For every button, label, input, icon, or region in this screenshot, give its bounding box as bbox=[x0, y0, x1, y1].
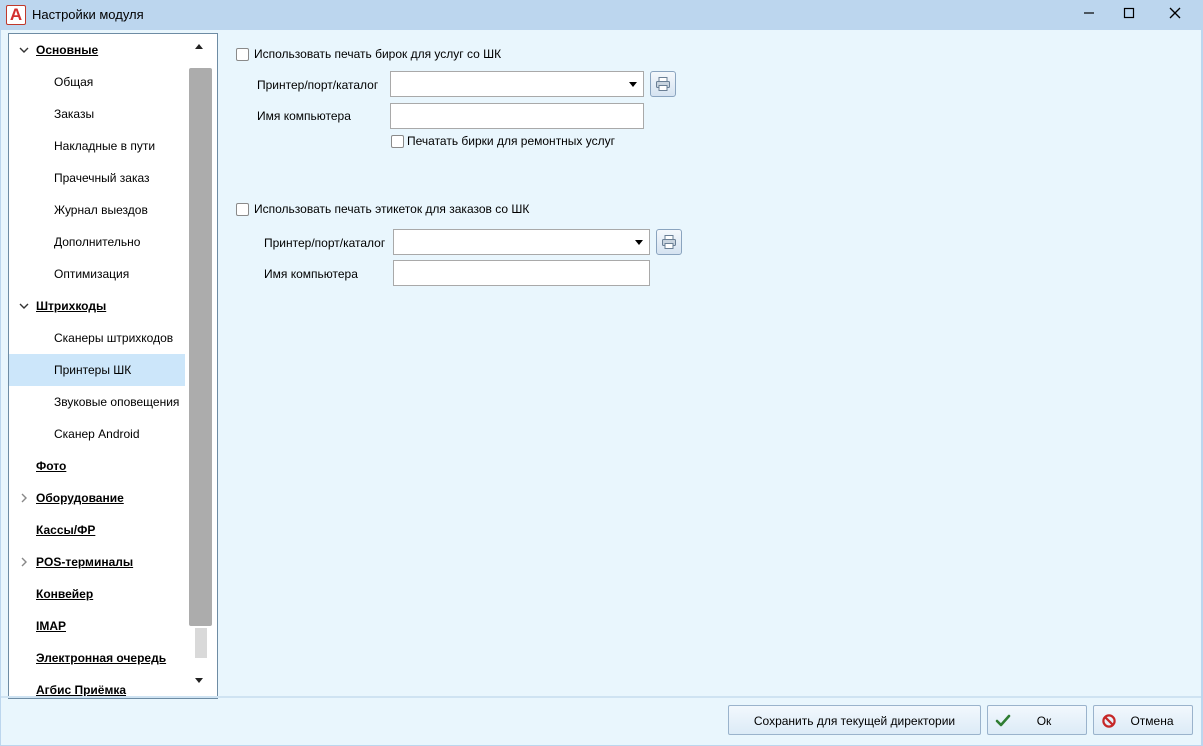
scroll-down-arrow-icon[interactable] bbox=[195, 678, 203, 683]
tree-item-label: Дополнительно bbox=[54, 235, 141, 249]
tree-item-dopolnitelno[interactable]: Дополнительно bbox=[9, 226, 185, 258]
scroll-up-arrow-icon[interactable] bbox=[195, 44, 203, 49]
scrollbar-thumb[interactable] bbox=[189, 68, 212, 626]
tag-printer-button[interactable] bbox=[650, 71, 676, 97]
tree-item-label: Агбис Приёмка bbox=[36, 683, 127, 697]
label-computer-input[interactable] bbox=[393, 260, 650, 286]
tag-printer-select[interactable] bbox=[390, 71, 644, 97]
label-printer-select[interactable] bbox=[393, 229, 650, 255]
maximize-button[interactable] bbox=[1106, 0, 1152, 26]
tree-item-foto[interactable]: Фото bbox=[9, 450, 185, 482]
dropdown-arrow-icon bbox=[635, 240, 643, 245]
tree-item-pos-terminaly[interactable]: POS-терминалы bbox=[9, 546, 185, 578]
cancel-button[interactable]: Отмена bbox=[1093, 705, 1193, 735]
tree-item-label: Накладные в пути bbox=[54, 139, 156, 153]
tree-item-kassy[interactable]: Кассы/ФР bbox=[9, 514, 185, 546]
tree-item-zhurnal[interactable]: Журнал выездов bbox=[9, 194, 185, 226]
label-computer-label: Имя компьютера bbox=[264, 267, 358, 281]
tree-item-label: Кассы/ФР bbox=[36, 523, 96, 537]
tree-item-nakladnye[interactable]: Накладные в пути bbox=[9, 130, 185, 162]
repair-tags-checkbox[interactable] bbox=[391, 135, 404, 148]
tree-item-zvukovye[interactable]: Звуковые оповещения bbox=[9, 386, 185, 418]
printer-icon bbox=[662, 235, 676, 249]
footer-divider bbox=[1, 696, 1201, 698]
tree-item-label: Звуковые оповещения bbox=[54, 395, 180, 409]
label-printer-button[interactable] bbox=[656, 229, 682, 255]
tree-item-label: Конвейер bbox=[36, 587, 94, 601]
cancel-label: Отмена bbox=[1130, 714, 1174, 728]
tree-item-label: Заказы bbox=[54, 107, 95, 121]
tree-item-zakazy[interactable]: Заказы bbox=[9, 98, 185, 130]
tree-item-label: Сканер Android bbox=[54, 427, 140, 441]
tree-item-oborudovanie[interactable]: Оборудование bbox=[9, 482, 185, 514]
use-label-printing-checkbox[interactable] bbox=[236, 203, 249, 216]
tree-item-label: Прачечный заказ bbox=[54, 171, 150, 185]
chevron-down-icon bbox=[19, 303, 29, 309]
tree-item-label: Принтеры ШК bbox=[54, 363, 132, 377]
tree-item-label: Общая bbox=[54, 75, 94, 89]
tree-scrollbar[interactable] bbox=[189, 34, 217, 698]
printer-icon bbox=[656, 77, 670, 91]
tag-computer-input[interactable] bbox=[390, 103, 644, 129]
save-for-directory-label: Сохранить для текущей директории bbox=[753, 714, 956, 728]
tree-item-konveier[interactable]: Конвейер bbox=[9, 578, 185, 610]
tree-item-label: Сканеры штрихкодов bbox=[54, 331, 174, 345]
chevron-right-icon bbox=[21, 557, 27, 567]
dropdown-arrow-icon bbox=[629, 82, 637, 87]
chevron-right-icon bbox=[21, 493, 27, 503]
tree-item-printery-shk[interactable]: Принтеры ШК bbox=[9, 354, 185, 386]
close-button[interactable] bbox=[1152, 0, 1198, 26]
close-icon bbox=[1169, 7, 1181, 19]
tree-item-skaner-android[interactable]: Сканер Android bbox=[9, 418, 185, 450]
tree-item-shtrihkody[interactable]: Штрихкоды bbox=[9, 290, 185, 322]
tree-item-prachechny[interactable]: Прачечный заказ bbox=[9, 162, 185, 194]
tree-item-optimizaciya[interactable]: Оптимизация bbox=[9, 258, 185, 290]
tag-printer-label: Принтер/порт/каталог bbox=[257, 78, 379, 92]
minimize-icon bbox=[1084, 12, 1094, 14]
chevron-down-icon bbox=[19, 47, 29, 53]
scrollbar-track[interactable] bbox=[195, 628, 207, 658]
title-bar: A Настройки модуля bbox=[0, 0, 1203, 30]
save-for-directory-button[interactable]: Сохранить для текущей директории bbox=[728, 705, 981, 735]
use-tag-printing-label: Использовать печать бирок для услуг со Ш… bbox=[254, 47, 502, 61]
tree-item-imap[interactable]: IMAP bbox=[9, 610, 185, 642]
maximize-icon bbox=[1123, 7, 1135, 19]
settings-tree: Основные Общая Заказы Накладные в пути П… bbox=[8, 33, 218, 699]
tag-computer-label: Имя компьютера bbox=[257, 109, 351, 123]
use-tag-printing-checkbox[interactable] bbox=[236, 48, 249, 61]
tree-item-label: Фото bbox=[36, 459, 67, 473]
tree-item-label: Электронная очередь bbox=[36, 651, 167, 665]
tree-item-label: IMAP bbox=[36, 619, 66, 633]
repair-tags-label: Печатать бирки для ремонтных услуг bbox=[407, 134, 616, 148]
ok-button[interactable]: Ок bbox=[987, 705, 1087, 735]
label-printer-label: Принтер/порт/каталог bbox=[264, 236, 386, 250]
app-logo-letter: A bbox=[9, 5, 23, 24]
tree-item-obshaya[interactable]: Общая bbox=[9, 66, 185, 98]
use-label-printing-label: Использовать печать этикеток для заказов… bbox=[254, 202, 530, 216]
window-title: Настройки модуля bbox=[32, 7, 144, 22]
app-logo-icon: A bbox=[6, 5, 26, 25]
tree-item-skanery[interactable]: Сканеры штрихкодов bbox=[9, 322, 185, 354]
ok-label: Ок bbox=[1036, 714, 1052, 728]
tree-item-osnovnye[interactable]: Основные bbox=[9, 34, 185, 66]
tree-item-label: Журнал выездов bbox=[54, 203, 148, 217]
tree-item-label: Оптимизация bbox=[54, 267, 130, 281]
tree-item-elektronnaya-ochered[interactable]: Электронная очередь bbox=[9, 642, 185, 674]
